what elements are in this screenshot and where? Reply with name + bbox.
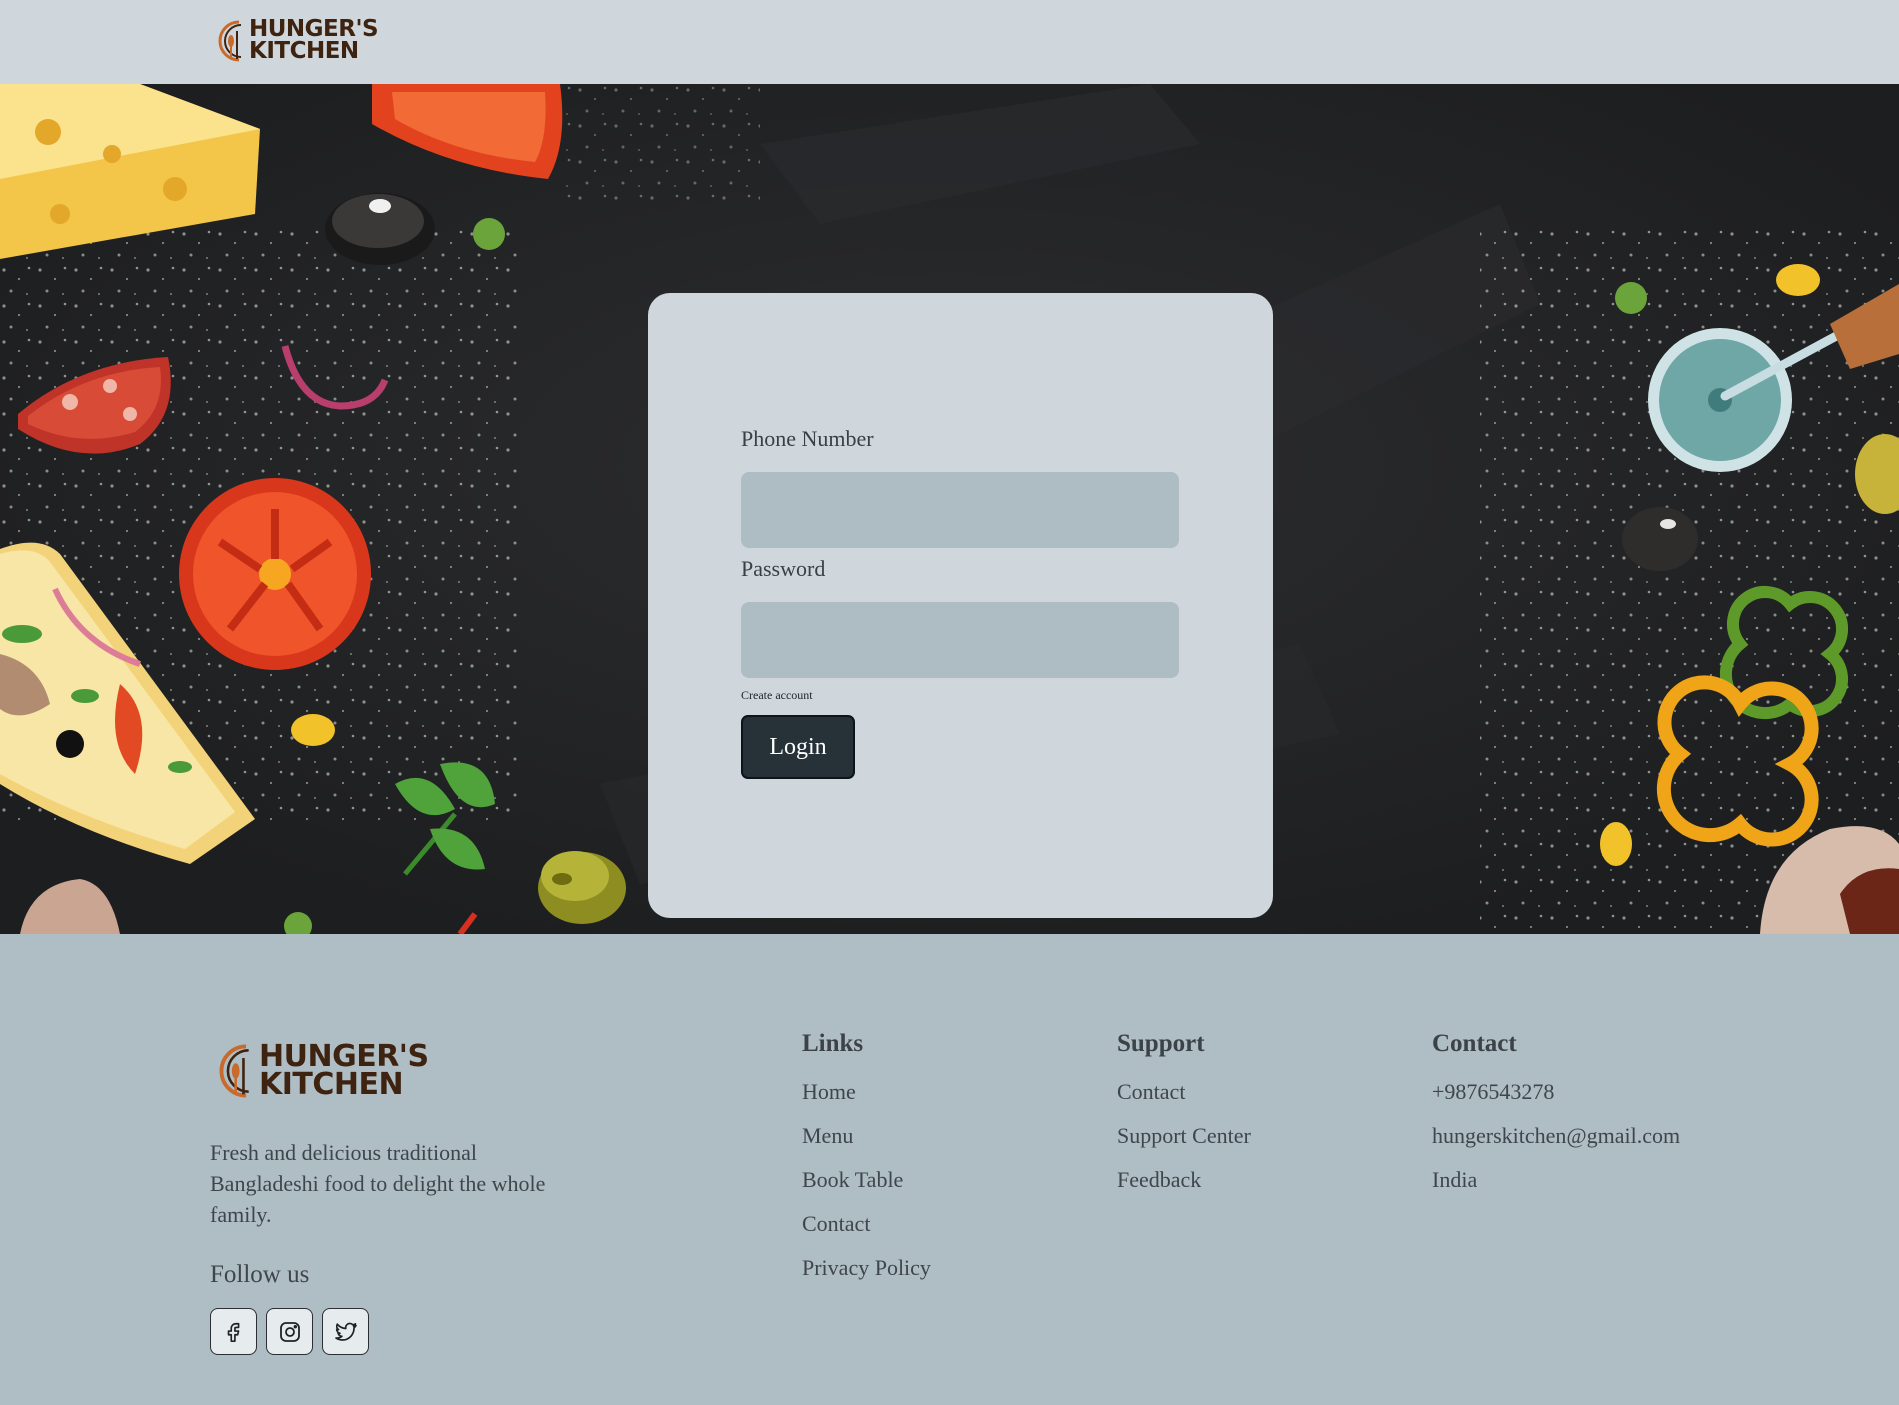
links-heading: Links xyxy=(802,1030,864,1057)
footer-link-book-table[interactable]: Book Table xyxy=(802,1167,903,1192)
support-column: Support Contact Support Center Feedback xyxy=(1117,1030,1251,1212)
login-card: Phone Number Password Create account Log… xyxy=(648,293,1273,918)
fork-spoon-plate-icon xyxy=(219,1044,249,1098)
support-link-contact[interactable]: Contact xyxy=(1117,1079,1185,1104)
phone-number-label: Phone Number xyxy=(741,426,874,451)
fork-spoon-plate-icon xyxy=(218,20,242,62)
contact-heading: Contact xyxy=(1432,1030,1517,1057)
site-header: HUNGER'S KITCHEN xyxy=(0,0,1899,84)
contact-phone: +9876543278 xyxy=(1432,1079,1555,1104)
footer-link-privacy-policy[interactable]: Privacy Policy xyxy=(802,1255,931,1280)
password-input[interactable] xyxy=(741,602,1179,678)
login-button[interactable]: Login xyxy=(741,715,855,779)
twitter-icon xyxy=(334,1322,357,1341)
contact-email: hungerskitchen@gmail.com xyxy=(1432,1123,1681,1148)
follow-us-heading: Follow us xyxy=(210,1261,310,1288)
brand-logo[interactable]: HUNGER'S KITCHEN xyxy=(215,17,379,65)
instagram-button[interactable] xyxy=(266,1308,313,1355)
support-heading: Support xyxy=(1117,1030,1205,1057)
phone-number-input[interactable] xyxy=(741,472,1179,548)
links-column: Links Home Menu Book Table Contact Priva… xyxy=(802,1030,931,1300)
twitter-button[interactable] xyxy=(322,1308,369,1355)
hero-section: Phone Number Password Create account Log… xyxy=(0,84,1899,934)
contact-column: Contact +9876543278 hungerskitchen@gmail… xyxy=(1432,1030,1680,1212)
site-footer: HUNGER'S KITCHEN Fresh and delicious tra… xyxy=(0,934,1899,1405)
facebook-icon xyxy=(227,1322,239,1342)
create-account-link[interactable]: Create account xyxy=(741,688,813,703)
contact-location: India xyxy=(1432,1167,1478,1192)
social-links xyxy=(210,1308,369,1355)
instagram-icon xyxy=(279,1321,300,1342)
footer-brand-logo[interactable]: HUNGER'S KITCHEN xyxy=(215,1038,429,1104)
footer-link-home[interactable]: Home xyxy=(802,1079,856,1104)
footer-brand-line-2: KITCHEN xyxy=(259,1067,404,1102)
password-label: Password xyxy=(741,556,826,581)
footer-link-menu[interactable]: Menu xyxy=(802,1123,853,1148)
support-link-feedback[interactable]: Feedback xyxy=(1117,1167,1201,1192)
about-text: Fresh and delicious traditional Banglade… xyxy=(210,1140,546,1227)
brand-line-2: KITCHEN xyxy=(249,38,359,64)
support-link-support-center[interactable]: Support Center xyxy=(1117,1123,1251,1148)
facebook-button[interactable] xyxy=(210,1308,257,1355)
footer-link-contact[interactable]: Contact xyxy=(802,1211,870,1236)
